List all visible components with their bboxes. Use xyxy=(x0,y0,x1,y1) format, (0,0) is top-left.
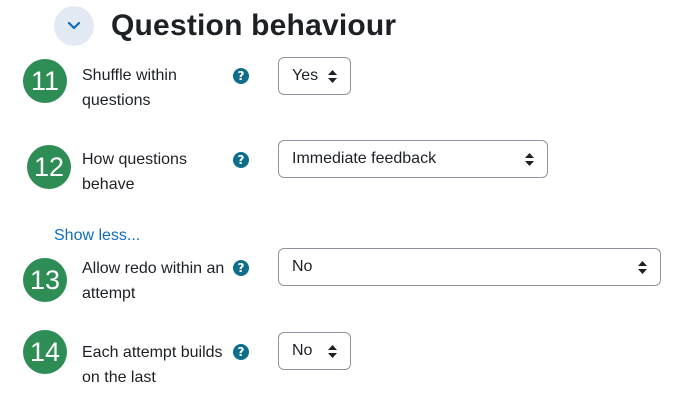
chevron-down-icon xyxy=(67,21,81,30)
label-line: on the last xyxy=(82,369,156,386)
show-less-link[interactable]: Show less... xyxy=(54,225,140,247)
how-questions-behave-select[interactable]: Immediate feedback xyxy=(278,140,548,178)
label-line: How questions xyxy=(82,151,187,168)
step-number-badge: 13 xyxy=(23,258,67,302)
select-value: Immediate feedback xyxy=(292,150,437,167)
help-icon[interactable]: ? xyxy=(233,68,249,84)
collapse-toggle-button[interactable] xyxy=(54,6,94,46)
section-title: Question behaviour xyxy=(111,9,397,42)
question-behaviour-section: Question behaviour 11 Shuffle within que… xyxy=(0,0,678,411)
select-value: No xyxy=(292,342,313,359)
sort-arrows-icon xyxy=(326,69,338,83)
label-line: Each attempt builds xyxy=(82,344,223,361)
field-label-each-attempt-builds: Each attempt builds on the last xyxy=(82,340,223,390)
select-value: Yes xyxy=(292,67,319,84)
select-value: No xyxy=(292,258,313,275)
field-label-allow-redo: Allow redo within an attempt xyxy=(82,256,224,306)
step-number-badge: 14 xyxy=(23,330,67,374)
help-icon[interactable]: ? xyxy=(233,260,249,276)
label-line: Allow redo within an xyxy=(82,260,225,277)
label-line: behave xyxy=(82,176,135,193)
label-line: Shuffle within xyxy=(82,67,177,84)
sort-arrows-icon xyxy=(523,152,535,166)
sort-arrows-icon xyxy=(326,344,338,358)
step-number-badge: 12 xyxy=(27,145,71,189)
help-icon[interactable]: ? xyxy=(233,344,249,360)
each-attempt-builds-select[interactable]: No xyxy=(278,332,351,370)
step-number-badge: 11 xyxy=(23,59,67,103)
help-icon[interactable]: ? xyxy=(233,152,249,168)
label-line: questions xyxy=(82,92,151,109)
shuffle-within-questions-select[interactable]: Yes xyxy=(278,57,351,95)
field-label-shuffle: Shuffle within questions xyxy=(82,63,177,113)
sort-arrows-icon xyxy=(636,260,648,274)
allow-redo-select[interactable]: No xyxy=(278,248,661,286)
label-line: attempt xyxy=(82,285,136,302)
field-label-how-questions-behave: How questions behave xyxy=(82,147,187,197)
